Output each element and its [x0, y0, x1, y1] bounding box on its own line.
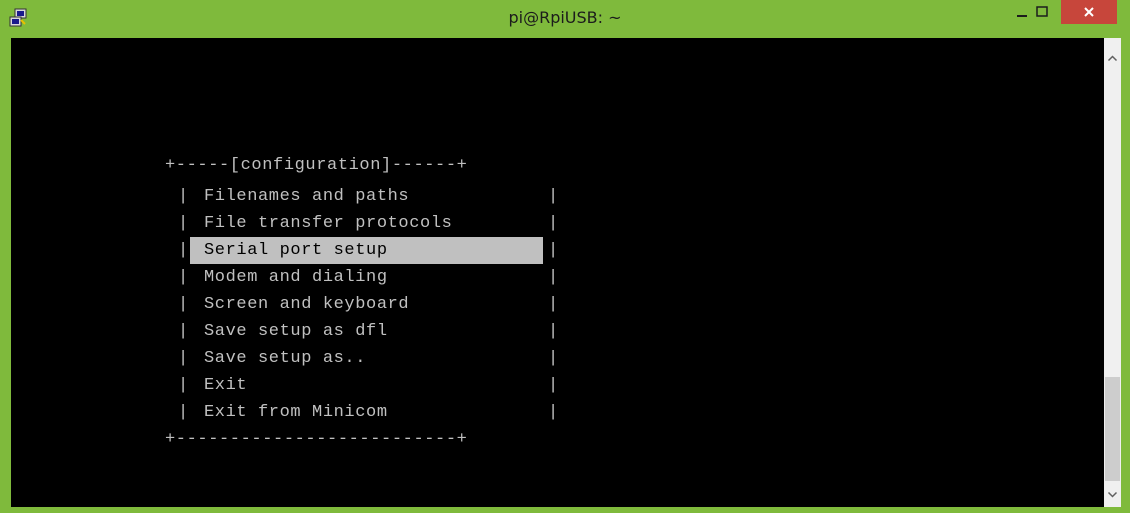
menu-left-border: |	[178, 187, 189, 206]
menu-item-modem-and-dialing[interactable]: Modem and dialing	[204, 264, 388, 291]
menu-item-save-setup-as[interactable]: Save setup as..	[204, 345, 366, 372]
menu-right-border: |	[548, 349, 559, 368]
menu-right-border: |	[548, 214, 559, 233]
menu-item-filenames-and-paths[interactable]: Filenames and paths	[204, 183, 409, 210]
menu-item-exit-from-minicom[interactable]: Exit from Minicom	[204, 399, 388, 426]
menu-left-border: |	[178, 295, 189, 314]
menu-item-save-setup-as-dfl[interactable]: Save setup as dfl	[204, 318, 388, 345]
menu-left-border: |	[178, 268, 189, 287]
menu-left-border: |	[178, 376, 189, 395]
vertical-scrollbar[interactable]	[1104, 38, 1121, 507]
menu-bottom-border: +--------------------------+	[165, 430, 468, 449]
menu-right-border: |	[548, 187, 559, 206]
menu-left-border: |	[178, 214, 189, 233]
scroll-up-arrow-icon[interactable]	[1104, 50, 1121, 67]
menu-right-border: |	[548, 376, 559, 395]
menu-top-border: +-----[configuration]------+	[165, 156, 468, 175]
menu-left-border: |	[178, 349, 189, 368]
menu-right-border: |	[548, 295, 559, 314]
close-button[interactable]	[1061, 0, 1117, 24]
menu-item-serial-port-setup[interactable]: Serial port setup	[204, 237, 388, 264]
menu-right-border: |	[548, 268, 559, 287]
menu-item-exit[interactable]: Exit	[204, 372, 247, 399]
menu-right-border: |	[548, 403, 559, 422]
maximize-icon	[1036, 6, 1048, 17]
menu-left-border: |	[178, 241, 189, 260]
title-bar[interactable]: pi@RpiUSB: ~	[0, 0, 1130, 38]
menu-right-border: |	[548, 322, 559, 341]
close-icon	[1084, 7, 1094, 17]
window-title: pi@RpiUSB: ~	[508, 8, 622, 27]
maximize-button[interactable]	[1027, 0, 1057, 24]
menu-right-border: |	[548, 241, 559, 260]
menu-left-border: |	[178, 403, 189, 422]
menu-item-screen-and-keyboard[interactable]: Screen and keyboard	[204, 291, 409, 318]
terminal-window: pi@RpiUSB: ~ +-----[configuration]------…	[0, 0, 1130, 513]
menu-left-border: |	[178, 322, 189, 341]
menu-item-file-transfer-protocols[interactable]: File transfer protocols	[204, 210, 452, 237]
scroll-down-arrow-icon[interactable]	[1104, 486, 1121, 503]
scroll-thumb[interactable]	[1105, 377, 1120, 481]
